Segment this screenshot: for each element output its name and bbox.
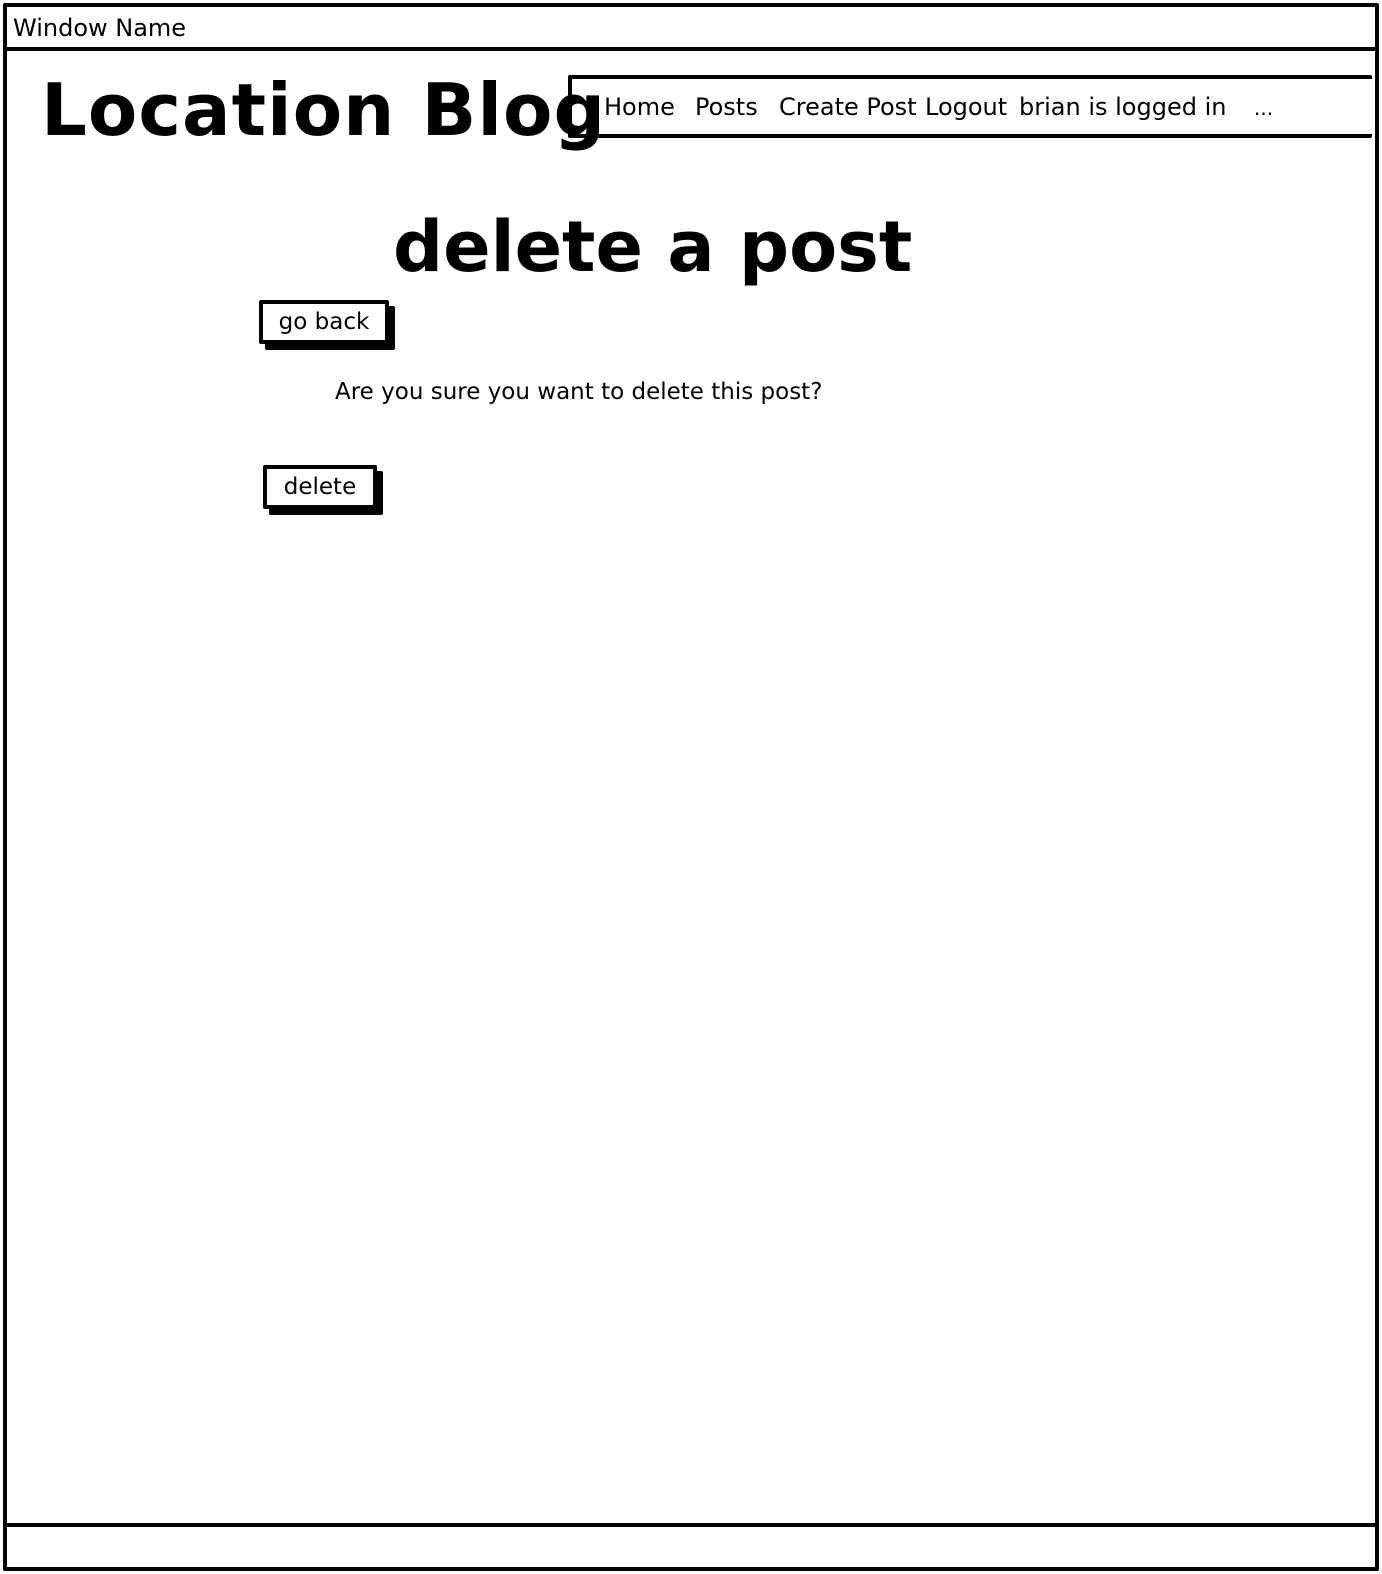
confirm-message: Are you sure you want to delete this pos… [335, 379, 823, 405]
browser-window: Window Name Location Blog Home Posts Cre… [3, 3, 1379, 1571]
window-title: Window Name [13, 14, 187, 42]
go-back-button[interactable]: go back [259, 300, 389, 344]
status-bar [7, 1523, 1375, 1567]
title-bar: Window Name [7, 7, 1375, 51]
more-menu[interactable]: ... [1254, 93, 1273, 123]
nav-bar: Home Posts Create Post Logout brian is l… [568, 75, 1372, 138]
delete-button[interactable]: delete [263, 465, 377, 509]
nav-posts-link[interactable]: Posts [695, 92, 758, 122]
nav-home-link[interactable]: Home [604, 92, 675, 122]
nav-create-post-link[interactable]: Create Post [779, 92, 917, 122]
site-logo[interactable]: Location Blog [41, 65, 606, 155]
page-title: delete a post [393, 206, 913, 288]
login-status: brian is logged in [1019, 93, 1227, 121]
nav-logout-link[interactable]: Logout [925, 92, 1007, 122]
